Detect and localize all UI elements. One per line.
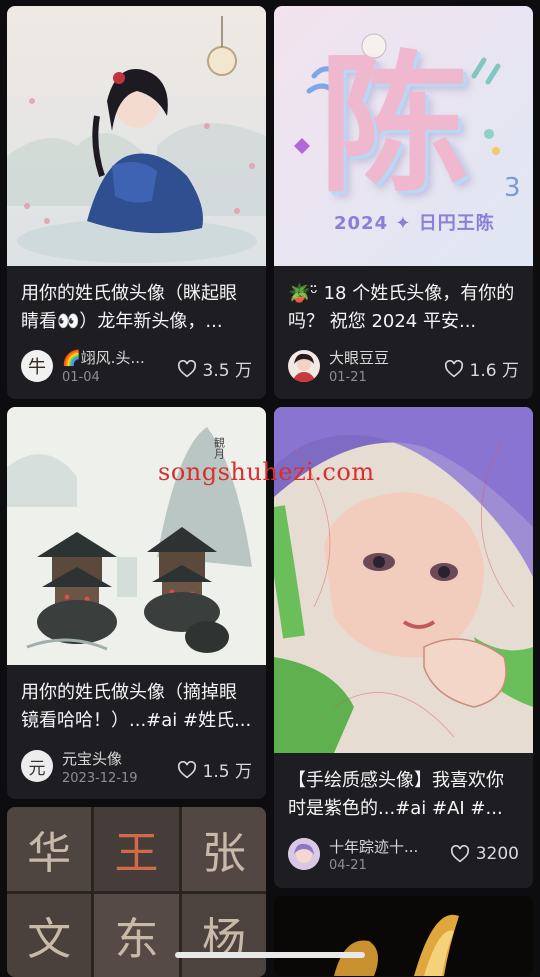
like-count: 3.5 万 <box>202 361 252 381</box>
card-image[interactable] <box>274 896 533 976</box>
card-image[interactable]: 3 陈 2024 ✦ 日円王陈 <box>274 6 533 266</box>
card-title[interactable]: 🪴ᵕ̈ 18 个姓氏头像，有你的吗？ 祝您 2024 平安... <box>288 280 521 336</box>
like-count: 1.5 万 <box>202 762 252 782</box>
author-avatar[interactable]: 元 <box>21 750 53 782</box>
card-title[interactable]: 用你的姓氏做头像（眯起眼睛看👀）龙年新头像，... <box>21 280 254 336</box>
avatar-glyph: 牛 <box>28 357 46 378</box>
card-title[interactable]: 用你的姓氏做头像（摘掉眼镜看哈哈！）...#ai #姓氏... <box>21 679 254 735</box>
image-char: 张 <box>201 827 246 879</box>
author-avatar[interactable]: 牛 <box>21 350 53 382</box>
feed-card[interactable]: 用你的姓氏做头像（眯起眼睛看👀）龙年新头像，... 牛 🌈翊风.头... 01-… <box>7 6 266 399</box>
image-char: 王 <box>114 827 159 879</box>
like-button[interactable]: 1.6 万 <box>444 356 519 381</box>
like-count: 1.6 万 <box>469 361 519 381</box>
author-avatar[interactable] <box>288 350 320 382</box>
author-name[interactable]: 大眼豆豆 <box>329 347 389 368</box>
post-date: 04-21 <box>329 858 367 873</box>
heart-icon <box>177 760 196 778</box>
heart-icon <box>450 845 469 863</box>
post-date: 01-04 <box>62 370 100 385</box>
card-image[interactable]: 観月 <box>7 407 266 665</box>
card-image[interactable] <box>7 6 266 266</box>
feed-card[interactable] <box>274 896 533 976</box>
image-char: 文 <box>27 914 72 966</box>
image-big-char: 陈 <box>319 39 470 213</box>
like-count: 3200 <box>475 844 519 864</box>
author-name[interactable]: 🌈翊风.头... <box>62 347 145 368</box>
image-char: 华 <box>27 827 72 879</box>
svg-text:3: 3 <box>504 173 521 203</box>
card-title[interactable]: 【手绘质感头像】我喜欢你时是紫色的...#ai #AI #... <box>288 767 521 823</box>
feed-card[interactable]: 3 陈 2024 ✦ 日円王陈 🪴ᵕ̈ 18 个姓氏头像，有你的吗？ 祝您 20… <box>274 6 533 399</box>
avatar-glyph: 元 <box>28 758 46 779</box>
like-button[interactable]: 3.5 万 <box>177 356 252 381</box>
post-date: 01-21 <box>329 370 367 385</box>
image-char: 东 <box>114 914 159 966</box>
author-name[interactable]: 元宝头像 <box>62 748 122 769</box>
author-avatar[interactable] <box>288 838 320 870</box>
like-button[interactable]: 3200 <box>450 844 519 864</box>
image-caption: 2024 ✦ 日円王陈 <box>334 213 495 234</box>
watermark: songshuhezi.com <box>158 458 375 486</box>
heart-icon <box>177 359 196 377</box>
home-indicator[interactable] <box>175 952 365 958</box>
svg-text:観月: 観月 <box>213 436 226 459</box>
heart-icon <box>444 359 463 377</box>
post-date: 2023-12-19 <box>62 771 138 786</box>
author-name[interactable]: 十年踪迹十... <box>329 836 418 857</box>
like-button[interactable]: 1.5 万 <box>177 757 252 782</box>
